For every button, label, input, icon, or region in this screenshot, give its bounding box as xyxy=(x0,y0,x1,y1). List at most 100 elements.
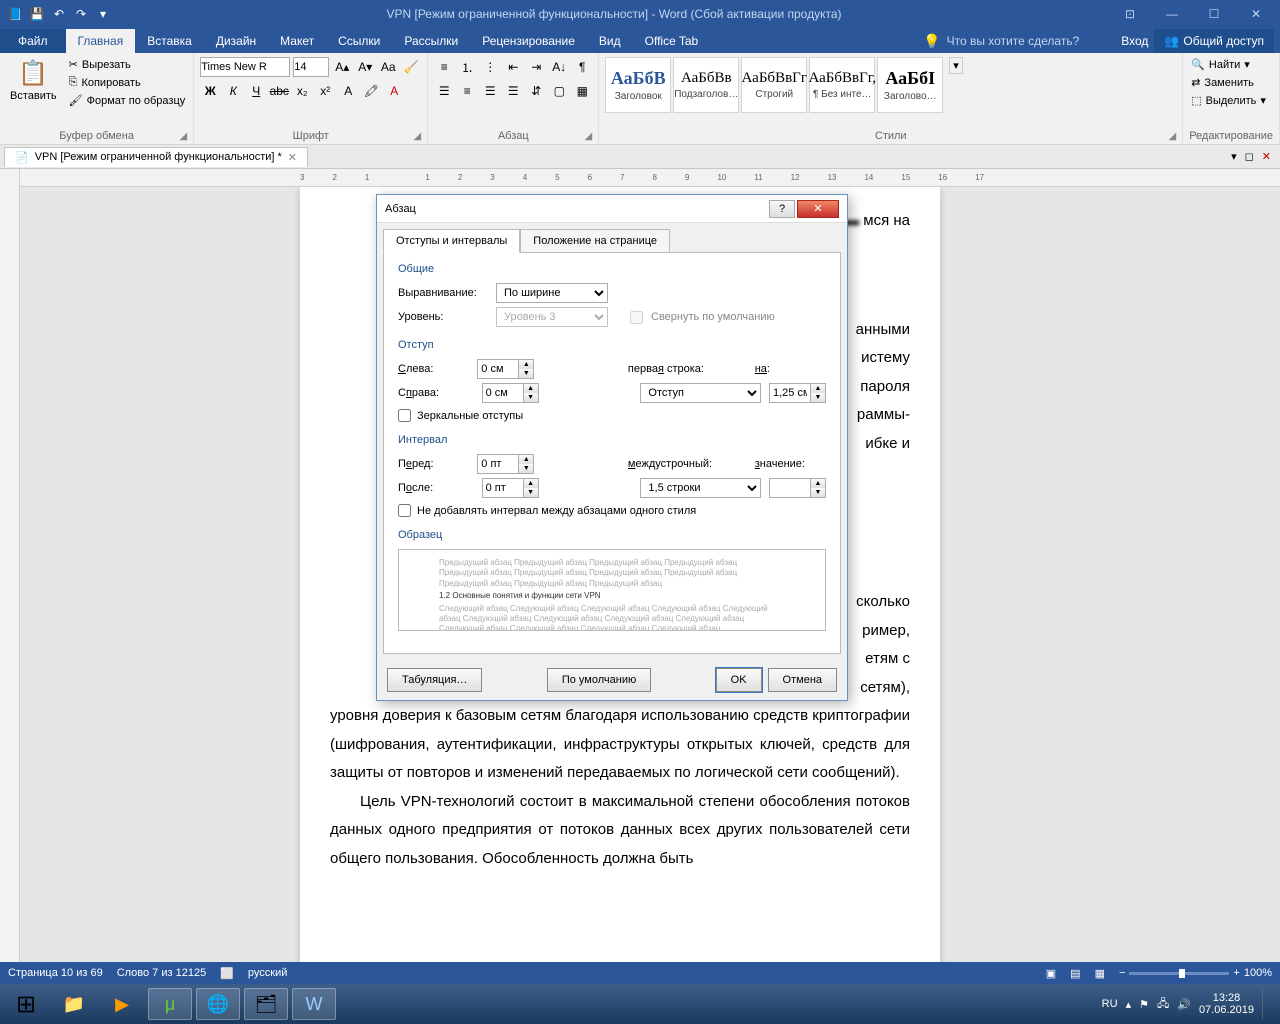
dialog-help-icon[interactable]: ? xyxy=(769,200,795,218)
cancel-button[interactable]: Отмена xyxy=(768,668,837,692)
nosame-checkbox[interactable] xyxy=(398,504,411,517)
tab-file[interactable]: Файл xyxy=(0,29,66,53)
status-language[interactable]: русский xyxy=(248,967,287,979)
tab-view[interactable]: Вид xyxy=(587,29,633,53)
bullets-icon[interactable]: ≡ xyxy=(434,57,454,77)
default-button[interactable]: По умолчанию xyxy=(547,668,651,692)
spin-up-icon[interactable]: ▲ xyxy=(524,384,538,393)
tab-position[interactable]: Положение на странице xyxy=(520,229,670,253)
view-print-icon[interactable]: ▤ xyxy=(1070,967,1080,980)
close-icon[interactable]: ✕ xyxy=(1236,7,1276,21)
spin-down-icon[interactable]: ▼ xyxy=(811,488,825,497)
style-subtitle[interactable]: АаБбВвПодзаголов… xyxy=(673,57,739,113)
spin-up-icon[interactable]: ▲ xyxy=(519,455,533,464)
taskbar-explorer[interactable]: 📁 xyxy=(52,988,96,1020)
show-marks-icon[interactable]: ¶ xyxy=(572,57,592,77)
zoom-out-icon[interactable]: − xyxy=(1119,967,1125,979)
horizontal-ruler[interactable]: 3211234567891011121314151617 xyxy=(20,169,1280,187)
tab-officetab[interactable]: Office Tab xyxy=(633,29,711,53)
dialog-titlebar[interactable]: Абзац ? ✕ xyxy=(377,195,847,223)
before-input[interactable] xyxy=(477,454,519,474)
taskbar-utorrent[interactable]: μ xyxy=(148,988,192,1020)
status-rec-icon[interactable]: ⬜ xyxy=(220,967,234,980)
by-input[interactable] xyxy=(769,383,811,403)
select-button[interactable]: ⬚Выделить ▾ xyxy=(1189,93,1268,108)
tab-insert[interactable]: Вставка xyxy=(135,29,204,53)
font-launcher-icon[interactable]: ◢ xyxy=(414,131,422,142)
align-center-icon[interactable]: ≡ xyxy=(457,81,477,101)
tab-close-icon[interactable]: ✕ xyxy=(1259,150,1274,163)
tab-home[interactable]: Главная xyxy=(66,29,136,53)
alignment-select[interactable]: По ширине xyxy=(496,283,608,303)
indent-left-input[interactable] xyxy=(477,359,519,379)
ok-button[interactable]: OK xyxy=(716,668,762,692)
styles-more-icon[interactable]: ▾ xyxy=(949,57,963,74)
zoom-in-icon[interactable]: + xyxy=(1233,967,1239,979)
zoom-percent[interactable]: 100% xyxy=(1244,967,1272,979)
firstline-select[interactable]: Отступ xyxy=(640,383,761,403)
bold-icon[interactable]: Ж xyxy=(200,81,220,101)
status-page[interactable]: Страница 10 из 69 xyxy=(8,967,103,979)
redo-icon[interactable]: ↷ xyxy=(72,5,90,23)
italic-icon[interactable]: К xyxy=(223,81,243,101)
dialog-close-icon[interactable]: ✕ xyxy=(797,200,839,218)
document-tab[interactable]: 📄 VPN [Режим ограниченной функциональнос… xyxy=(4,147,308,167)
view-read-icon[interactable]: ▣ xyxy=(1046,967,1056,980)
sort-icon[interactable]: A↓ xyxy=(549,57,569,77)
tab-indents[interactable]: Отступы и интервалы xyxy=(383,229,520,253)
show-desktop[interactable] xyxy=(1262,989,1270,1019)
tabs-button[interactable]: Табуляция… xyxy=(387,668,482,692)
indent-inc-icon[interactable]: ⇥ xyxy=(526,57,546,77)
align-left-icon[interactable]: ☰ xyxy=(434,81,454,101)
clear-format-icon[interactable]: 🧹 xyxy=(401,57,421,77)
doc-close-icon[interactable]: ✕ xyxy=(288,151,297,164)
tab-references[interactable]: Ссылки xyxy=(326,29,392,53)
font-name-combo[interactable] xyxy=(200,57,290,77)
indent-dec-icon[interactable]: ⇤ xyxy=(503,57,523,77)
tab-design[interactable]: Дизайн xyxy=(204,29,268,53)
ribbon-options-icon[interactable]: ⊡ xyxy=(1110,7,1150,21)
zoom-slider[interactable] xyxy=(1129,972,1229,975)
paragraph-launcher-icon[interactable]: ◢ xyxy=(585,131,593,142)
spin-up-icon[interactable]: ▲ xyxy=(811,479,825,488)
tab-pin-icon[interactable]: ◻ xyxy=(1242,150,1257,163)
paste-button[interactable]: 📋 Вставить xyxy=(6,57,61,104)
font-size-combo[interactable] xyxy=(293,57,329,77)
justify-icon[interactable]: ☰ xyxy=(503,81,523,101)
tray-flag-icon[interactable]: ⚑ xyxy=(1139,998,1149,1011)
tray-up-icon[interactable]: ▴ xyxy=(1126,998,1132,1011)
spin-up-icon[interactable]: ▲ xyxy=(519,360,533,369)
spin-up-icon[interactable]: ▲ xyxy=(811,384,825,393)
find-button[interactable]: 🔍Найти ▾ xyxy=(1189,57,1268,72)
tray-lang[interactable]: RU xyxy=(1102,998,1118,1010)
tab-nav-icon[interactable]: ▾ xyxy=(1228,150,1240,163)
after-input[interactable] xyxy=(482,478,524,498)
share-button[interactable]: 👥 Общий доступ xyxy=(1154,29,1274,53)
taskbar-explorer2[interactable]: 🗂 xyxy=(244,988,288,1020)
clipboard-launcher-icon[interactable]: ◢ xyxy=(180,131,188,142)
styles-launcher-icon[interactable]: ◢ xyxy=(1169,131,1177,142)
at-input[interactable] xyxy=(769,478,811,498)
vertical-ruler[interactable] xyxy=(0,169,20,962)
spin-down-icon[interactable]: ▼ xyxy=(524,488,538,497)
tray-network-icon[interactable]: 🖧 xyxy=(1157,995,1169,1014)
font-color-icon[interactable]: A xyxy=(384,81,404,101)
highlight-icon[interactable]: 🖍 xyxy=(361,81,381,101)
shrink-font-icon[interactable]: A▾ xyxy=(355,57,375,77)
indent-right-input[interactable] xyxy=(482,383,524,403)
change-case-icon[interactable]: Aa xyxy=(378,57,398,77)
tab-mailings[interactable]: Рассылки xyxy=(392,29,470,53)
tab-layout[interactable]: Макет xyxy=(268,29,326,53)
cut-button[interactable]: ✂Вырезать xyxy=(67,57,188,72)
shading-icon[interactable]: ▢ xyxy=(549,81,569,101)
tellme-input[interactable]: Что вы хотите сделать? xyxy=(947,34,1080,48)
maximize-icon[interactable]: ☐ xyxy=(1194,7,1234,21)
mirror-checkbox[interactable] xyxy=(398,409,411,422)
format-painter-button[interactable]: 🖌Формат по образцу xyxy=(67,93,188,108)
borders-icon[interactable]: ▦ xyxy=(572,81,592,101)
superscript-icon[interactable]: x² xyxy=(315,81,335,101)
style-normal[interactable]: АаБбВвГг,¶ Без инте… xyxy=(809,57,875,113)
start-button[interactable]: ⊞ xyxy=(4,988,48,1020)
undo-icon[interactable]: ↶ xyxy=(50,5,68,23)
tab-review[interactable]: Рецензирование xyxy=(470,29,587,53)
